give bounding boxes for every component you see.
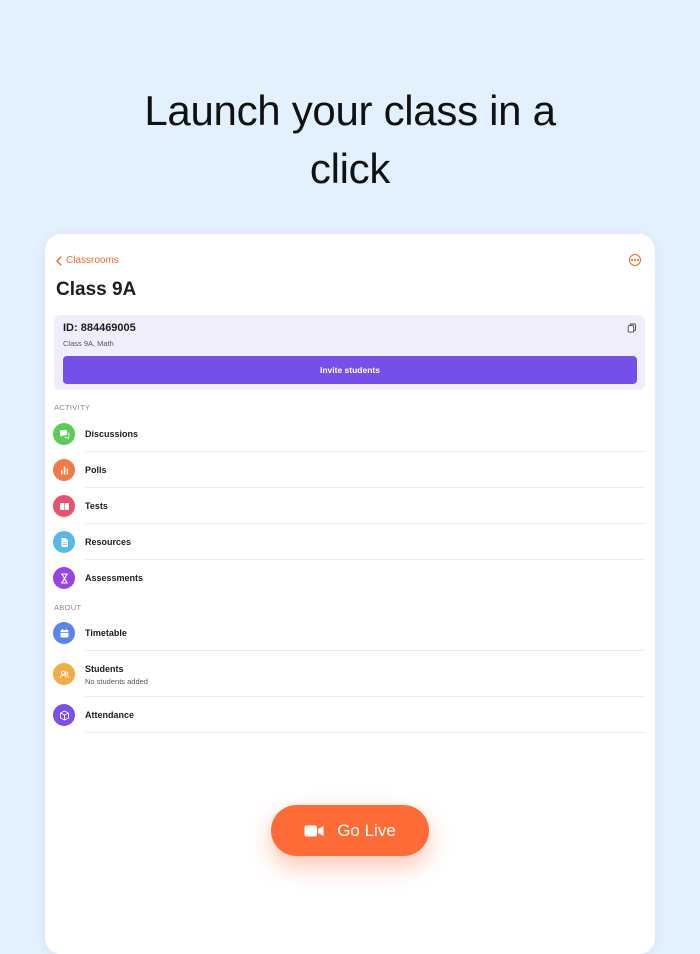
go-live-button[interactable]: Go Live (271, 805, 429, 856)
go-live-label: Go Live (337, 820, 396, 840)
list-item-label: Tests (85, 501, 108, 511)
list-item-discussions[interactable]: Discussions (53, 416, 645, 452)
list-item-label: Timetable (85, 628, 127, 638)
list-item-label: Discussions (85, 429, 139, 439)
list-item-timetable[interactable]: Timetable (53, 615, 645, 651)
list-item-attendance[interactable]: Attendance (53, 697, 645, 733)
list-item-label: Attendance (85, 710, 135, 720)
list-item-assessments[interactable]: Assessments (53, 560, 645, 596)
class-subtitle: Class 9A, Math (63, 339, 114, 348)
invite-students-button[interactable]: Invite students (63, 356, 637, 384)
chevron-left-icon (56, 255, 62, 266)
list-item-label: Polls (85, 465, 107, 475)
copy-icon[interactable] (627, 323, 637, 333)
headline-line-1: Launch your class in a (144, 87, 556, 134)
list-item-label: Students (85, 664, 124, 674)
class-id-panel: ID: 884469005 Class 9A, Math Invite stud… (54, 315, 645, 390)
video-camera-icon (304, 825, 324, 836)
list-item-sublabel: No students added (85, 677, 148, 686)
back-label: Classrooms (66, 255, 119, 266)
list-item-tests[interactable]: Tests (53, 488, 645, 524)
section-activity: ACTIVITY (54, 403, 91, 412)
back-button[interactable]: Classrooms (55, 255, 119, 266)
cube-icon (53, 704, 75, 726)
document-icon (53, 531, 75, 553)
page-title: Class 9A (56, 279, 137, 300)
list-item-resources[interactable]: Resources (53, 524, 645, 560)
headline-line-2: click (309, 145, 391, 192)
more-icon[interactable] (629, 254, 641, 266)
headline: Launch your class in a click (0, 82, 700, 198)
list-item-students[interactable]: Students No students added (53, 651, 645, 697)
hourglass-icon (53, 567, 75, 589)
section-about: ABOUT (54, 603, 82, 612)
list-item-label: Resources (85, 537, 132, 547)
list-item-polls[interactable]: Polls (53, 452, 645, 488)
list-item-label: Assessments (85, 573, 144, 583)
book-icon (53, 495, 75, 517)
chat-icon (53, 423, 75, 445)
users-icon (53, 663, 75, 685)
calendar-icon (53, 622, 75, 644)
bar-chart-icon (53, 459, 75, 481)
class-id: ID: 884469005 (63, 322, 136, 334)
